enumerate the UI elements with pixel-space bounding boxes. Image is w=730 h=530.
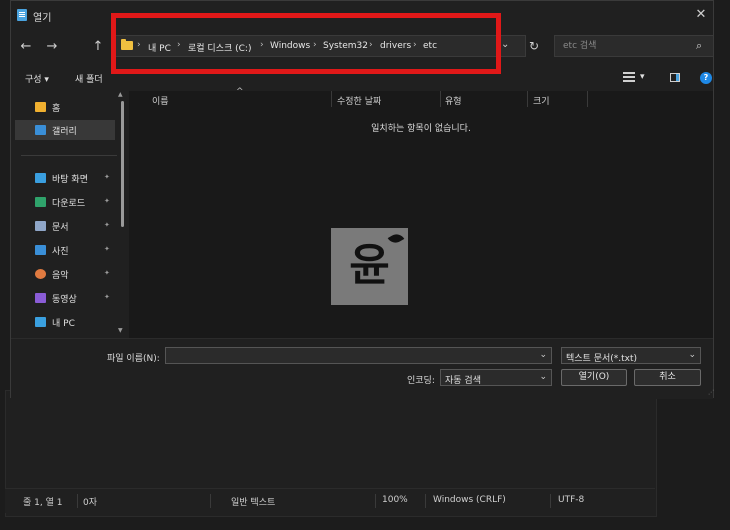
pin-icon: ✦ [104,293,110,301]
pin-icon: ✦ [104,197,110,205]
download-icon [35,197,46,207]
sidebar-item-gallery[interactable]: 갤러리 [15,120,115,140]
sidebar-item-videos[interactable]: 동영상 ✦ [15,288,115,308]
home-icon [35,102,46,112]
close-button[interactable]: ✕ [691,5,711,25]
status-char-count: 0자 [83,498,98,508]
pictures-icon [35,245,46,255]
chevron-down-icon[interactable]: ⌄ [539,372,547,382]
column-header-size[interactable]: 크기 [533,94,550,107]
highlight-annotation-box [111,13,501,74]
address-history-dropdown[interactable]: ⌄ [501,39,509,50]
sidebar-divider [21,155,117,156]
gallery-icon [35,125,46,135]
pc-icon [35,317,46,327]
scroll-up-arrow[interactable]: ▲ [118,91,123,98]
sidebar-item-desktop[interactable]: 바탕 화면 ✦ [15,168,115,188]
sidebar-scrollbar-thumb[interactable] [121,101,124,227]
empty-list-message: 일치하는 항목이 없습니다. [371,124,471,134]
sidebar-item-downloads[interactable]: 다운로드 ✦ [15,192,115,212]
search-box[interactable]: ⌕ [554,35,714,57]
sidebar-item-my-pc[interactable]: 내 PC [15,312,115,332]
search-icon[interactable]: ⌕ [696,39,708,52]
status-encoding: UTF-8 [558,495,585,505]
sidebar-item-home[interactable]: 홈 [15,97,115,117]
encoding-select[interactable]: 자동 검색 ⌄ [440,369,552,386]
status-zoom: 100% [382,495,408,505]
scroll-down-arrow[interactable]: ▼ [118,327,123,334]
column-header-modified[interactable]: 수정한 날짜 [337,94,381,107]
help-icon[interactable]: ? [700,72,712,84]
up-button[interactable]: ↑ [89,38,107,56]
back-button[interactable]: ← [17,38,35,56]
new-folder-button[interactable]: 새 폴더 [75,72,103,85]
notepad-statusbar: 줄 1, 열 1 0자 일반 텍스트 100% Windows (CRLF) U… [5,488,655,513]
filename-input[interactable] [166,348,532,365]
encoding-label: 인코딩: [407,376,435,386]
filename-label: 파일 이름(N): [107,354,160,364]
filename-combobox[interactable]: ⌄ [165,347,552,365]
pin-icon: ✦ [104,173,110,181]
organize-button[interactable]: 구성 ▾ [25,72,49,85]
view-options-icon[interactable] [623,72,635,82]
open-button[interactable]: 열기(O) [561,369,627,386]
view-dropdown-icon[interactable]: ▾ [640,72,645,82]
chevron-down-icon[interactable]: ⌄ [688,350,696,360]
sort-ascending-icon: ^ [236,87,244,97]
sidebar-item-music[interactable]: 음악 ✦ [15,264,115,284]
dialog-title: 열기 [33,13,52,24]
sidebar-item-pictures[interactable]: 사진 ✦ [15,240,115,260]
status-format: 일반 텍스트 [231,498,276,508]
status-line-ending: Windows (CRLF) [433,495,506,505]
pin-icon: ✦ [104,245,110,253]
watermark-logo: 윤 [331,228,408,305]
forward-button[interactable]: → [43,38,61,56]
column-header-type[interactable]: 유형 [445,94,462,107]
open-file-dialog: 열기 ✕ ← → ↑ › 내 PC › 로컬 디스크 (C:) › Window… [10,0,714,399]
pin-icon: ✦ [104,269,110,277]
notepad-icon [17,9,27,21]
desktop-icon [35,173,46,183]
preview-pane-icon[interactable] [670,73,680,82]
resize-grip-icon[interactable]: ⋰ [708,389,714,396]
column-header-name[interactable]: 이름 [152,94,169,107]
chevron-down-icon[interactable]: ⌄ [539,350,547,360]
sidebar-item-documents[interactable]: 문서 ✦ [15,216,115,236]
cancel-button[interactable]: 취소 [634,369,701,386]
status-position: 줄 1, 열 1 [23,498,63,508]
pin-icon: ✦ [104,221,110,229]
watermark-char: 윤 [349,240,390,291]
video-icon [35,293,46,303]
music-icon [35,269,46,279]
search-input[interactable] [555,36,693,56]
file-type-select[interactable]: 텍스트 문서(*.txt) ⌄ [561,347,701,364]
document-icon [35,221,46,231]
refresh-icon[interactable]: ↻ [525,37,543,55]
